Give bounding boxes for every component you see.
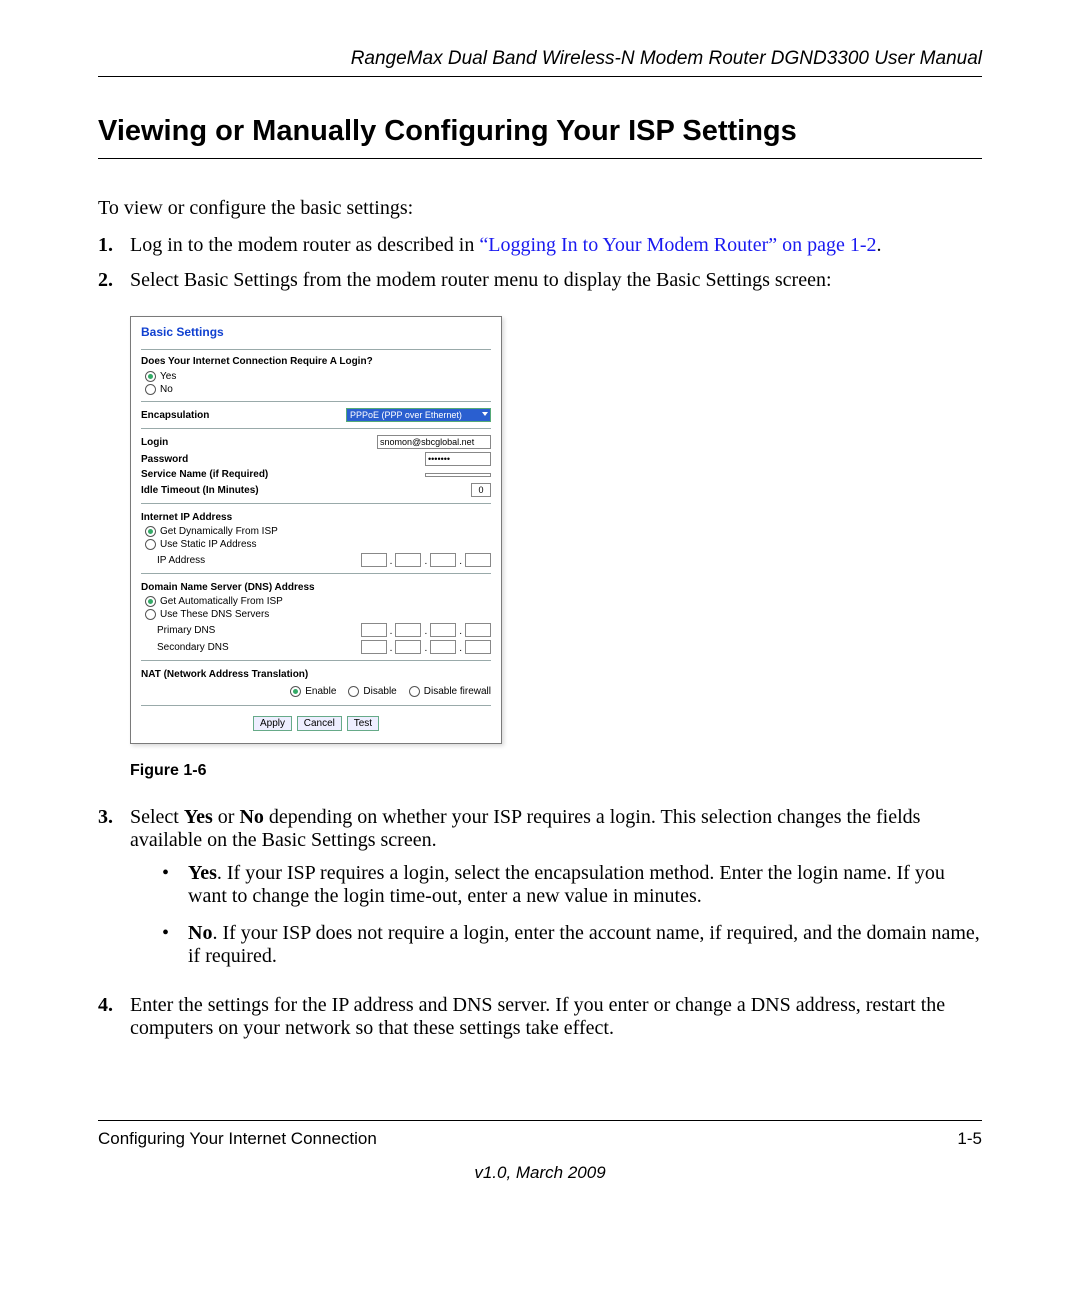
- secondary-dns-label: Secondary DNS: [141, 642, 229, 653]
- step-number: 2.: [98, 269, 130, 292]
- step-4: 4. Enter the settings for the IP address…: [98, 994, 982, 1040]
- login-input[interactable]: snomon@sbcglobal.net: [377, 435, 491, 449]
- nat-disable-label: Disable: [363, 686, 396, 697]
- service-name-label: Service Name (if Required): [141, 469, 268, 480]
- radio-nat-enable[interactable]: Enable: [290, 686, 336, 697]
- radio-no-label: No: [160, 384, 173, 395]
- idle-timeout-label: Idle Timeout (In Minutes): [141, 485, 259, 496]
- step-2: 2. Select Basic Settings from the modem …: [98, 269, 982, 292]
- apply-button[interactable]: Apply: [253, 716, 292, 731]
- panel-title: Basic Settings: [141, 325, 491, 339]
- radio-nat-disable[interactable]: Disable: [348, 686, 396, 697]
- step-number: 3.: [98, 806, 130, 982]
- footer-chapter: Configuring Your Internet Connection: [98, 1129, 377, 1149]
- radio-icon: [290, 686, 301, 697]
- nat-disable-fw-label: Disable firewall: [424, 686, 491, 697]
- radio-yes[interactable]: Yes: [145, 371, 491, 382]
- radio-icon: [348, 686, 359, 697]
- radio-dns-auto-label: Get Automatically From ISP: [160, 596, 283, 607]
- internet-ip-header: Internet IP Address: [141, 512, 491, 523]
- step-1-text-pre: Log in to the modem router as described …: [130, 234, 479, 256]
- encapsulation-select[interactable]: PPPoE (PPP over Ethernet): [346, 408, 491, 422]
- ip-address-input[interactable]: ...: [361, 553, 491, 567]
- radio-icon: [145, 539, 156, 550]
- idle-timeout-input[interactable]: 0: [471, 483, 491, 497]
- primary-dns-input[interactable]: ...: [361, 623, 491, 637]
- login-required-question: Does Your Internet Connection Require A …: [141, 356, 491, 367]
- radio-icon: [145, 526, 156, 537]
- page-header: RangeMax Dual Band Wireless-N Modem Rout…: [98, 48, 982, 77]
- primary-dns-label: Primary DNS: [141, 625, 215, 636]
- radio-dns-auto[interactable]: Get Automatically From ISP: [145, 596, 491, 607]
- footer-version: v1.0, March 2009: [98, 1163, 982, 1183]
- radio-icon: [145, 609, 156, 620]
- section-title: Viewing or Manually Configuring Your ISP…: [98, 115, 982, 159]
- footer-page-number: 1-5: [957, 1129, 982, 1149]
- step-1-text-post: .: [877, 234, 882, 256]
- intro-text: To view or configure the basic settings:: [98, 197, 982, 220]
- password-input[interactable]: •••••••: [425, 452, 491, 466]
- radio-nat-disable-firewall[interactable]: Disable firewall: [409, 686, 491, 697]
- radio-ip-static-label: Use Static IP Address: [160, 539, 257, 550]
- password-label: Password: [141, 454, 188, 465]
- step-3: 3. Select Yes or No depending on whether…: [98, 806, 982, 982]
- radio-icon: [145, 384, 156, 395]
- login-label: Login: [141, 437, 168, 448]
- radio-dns-use[interactable]: Use These DNS Servers: [145, 609, 491, 620]
- step-number: 1.: [98, 234, 130, 257]
- step-4-text: Enter the settings for the IP address an…: [130, 994, 982, 1040]
- nat-enable-label: Enable: [305, 686, 336, 697]
- nat-header: NAT (Network Address Translation): [141, 669, 491, 680]
- radio-yes-label: Yes: [160, 371, 176, 382]
- secondary-dns-input[interactable]: ...: [361, 640, 491, 654]
- bullet-yes: • Yes. If your ISP requires a login, sel…: [162, 862, 982, 908]
- cancel-button[interactable]: Cancel: [297, 716, 342, 731]
- encapsulation-label: Encapsulation: [141, 410, 209, 421]
- dns-header: Domain Name Server (DNS) Address: [141, 582, 491, 593]
- radio-icon: [145, 371, 156, 382]
- test-button[interactable]: Test: [347, 716, 379, 731]
- step-number: 4.: [98, 994, 130, 1040]
- figure-caption: Figure 1-6: [130, 762, 982, 780]
- radio-dns-use-label: Use These DNS Servers: [160, 609, 269, 620]
- step-2-text: Select Basic Settings from the modem rou…: [130, 269, 832, 292]
- figure-screenshot: Basic Settings Does Your Internet Connec…: [130, 316, 982, 744]
- radio-ip-dynamic[interactable]: Get Dynamically From ISP: [145, 526, 491, 537]
- login-cross-ref-link[interactable]: “Logging In to Your Modem Router” on pag…: [479, 234, 876, 256]
- radio-icon: [145, 596, 156, 607]
- radio-icon: [409, 686, 420, 697]
- step-1: 1. Log in to the modem router as describ…: [98, 234, 982, 257]
- radio-ip-dynamic-label: Get Dynamically From ISP: [160, 526, 278, 537]
- bullet-no: • No. If your ISP does not require a log…: [162, 922, 982, 968]
- radio-ip-static[interactable]: Use Static IP Address: [145, 539, 491, 550]
- radio-no[interactable]: No: [145, 384, 491, 395]
- service-name-input[interactable]: [425, 473, 491, 477]
- ip-address-label: IP Address: [141, 555, 205, 566]
